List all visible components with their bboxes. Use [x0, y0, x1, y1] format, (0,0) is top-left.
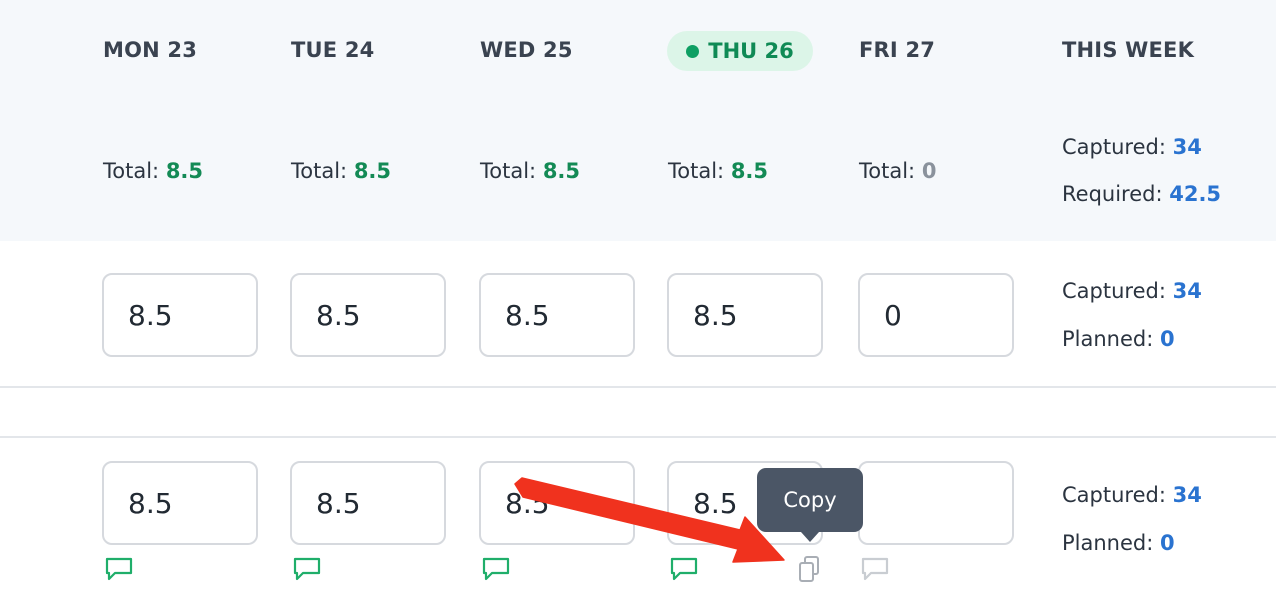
- hours-input-row2-tue[interactable]: 8.5: [290, 461, 446, 545]
- comment-icon[interactable]: [669, 556, 699, 582]
- total-label: Total:: [480, 159, 537, 183]
- comment-icon[interactable]: [481, 556, 511, 582]
- day-header-thu-today-badge: THU 26: [667, 31, 813, 71]
- required-label: Required:: [1062, 182, 1163, 206]
- copy-icon[interactable]: [796, 554, 824, 584]
- hours-input-row2-fri[interactable]: [858, 461, 1014, 545]
- planned-label: Planned:: [1062, 531, 1154, 555]
- planned-value: 0: [1160, 327, 1175, 351]
- total-value: 8.5: [730, 159, 769, 183]
- day-total-wed: Total: 8.5: [480, 159, 580, 183]
- row2-captured: Captured: 34: [1062, 483, 1202, 507]
- required-value: 42.5: [1169, 182, 1222, 206]
- total-label: Total:: [859, 159, 916, 183]
- day-total-tue: Total: 8.5: [291, 159, 391, 183]
- row1-planned: Planned: 0: [1062, 327, 1175, 351]
- captured-label: Captured:: [1062, 279, 1166, 303]
- captured-value: 34: [1172, 135, 1202, 159]
- row1-captured: Captured: 34: [1062, 279, 1202, 303]
- captured-label: Captured:: [1062, 483, 1166, 507]
- total-label: Total:: [103, 159, 160, 183]
- row-divider: [0, 386, 1276, 388]
- total-value: 8.5: [353, 159, 392, 183]
- hours-input-row1-tue[interactable]: 8.5: [290, 273, 446, 357]
- planned-label: Planned:: [1062, 327, 1154, 351]
- day-header-tue: TUE 24: [291, 38, 375, 62]
- total-label: Total:: [668, 159, 725, 183]
- total-label: Total:: [291, 159, 348, 183]
- status-dot-icon: [686, 44, 700, 58]
- week-header: MON 23 TUE 24 WED 25 THU 26 FRI 27 THIS …: [0, 0, 1276, 241]
- hours-input-row2-wed[interactable]: 8.5: [479, 461, 635, 545]
- row-divider: [0, 436, 1276, 438]
- hours-input-row1-wed[interactable]: 8.5: [479, 273, 635, 357]
- total-value: 0: [921, 159, 937, 183]
- planned-value: 0: [1160, 531, 1175, 555]
- comment-icon[interactable]: [860, 556, 890, 582]
- hours-input-row2-mon[interactable]: 8.5: [102, 461, 258, 545]
- hours-input-row1-thu[interactable]: 8.5: [667, 273, 823, 357]
- captured-label: Captured:: [1062, 135, 1166, 159]
- comment-icon[interactable]: [104, 556, 134, 582]
- row2-planned: Planned: 0: [1062, 531, 1175, 555]
- captured-value: 34: [1172, 483, 1202, 507]
- hours-input-row1-mon[interactable]: 8.5: [102, 273, 258, 357]
- hours-input-row1-fri[interactable]: 0: [858, 273, 1014, 357]
- this-week-header: THIS WEEK: [1062, 38, 1195, 62]
- day-header-thu: THU 26: [708, 39, 794, 63]
- day-total-thu: Total: 8.5: [668, 159, 768, 183]
- day-header-mon: MON 23: [103, 38, 198, 62]
- total-value: 8.5: [542, 159, 581, 183]
- week-captured: Captured: 34: [1062, 135, 1202, 159]
- comment-icon[interactable]: [292, 556, 322, 582]
- day-header-fri: FRI 27: [859, 38, 936, 62]
- day-header-wed: WED 25: [480, 38, 573, 62]
- captured-value: 34: [1172, 279, 1202, 303]
- day-total-fri: Total: 0: [859, 159, 936, 183]
- copy-tooltip: Copy: [757, 468, 863, 542]
- total-value: 8.5: [165, 159, 204, 183]
- week-required: Required: 42.5: [1062, 182, 1221, 206]
- day-total-mon: Total: 8.5: [103, 159, 203, 183]
